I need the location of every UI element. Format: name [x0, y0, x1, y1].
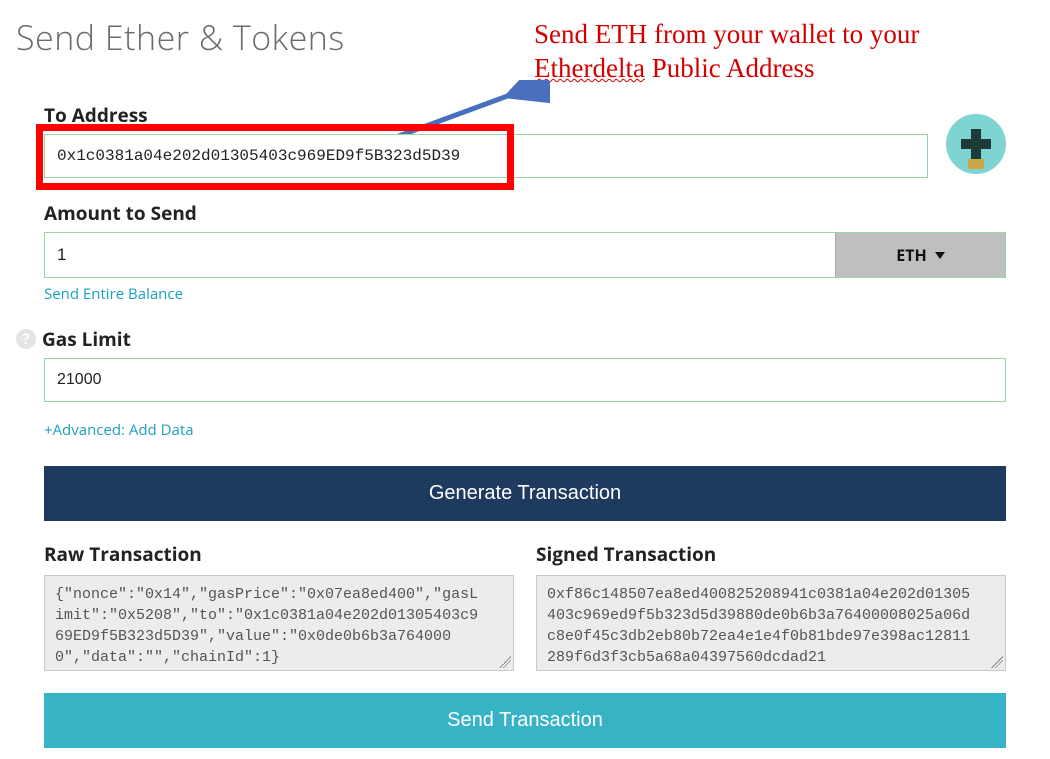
signed-transaction-label: Signed Transaction — [536, 541, 1006, 567]
currency-dropdown-label: ETH — [896, 244, 926, 266]
address-identicon-icon — [946, 114, 1006, 174]
raw-transaction-label: Raw Transaction — [44, 541, 514, 567]
annotation-line2-rest: Public Address — [645, 53, 815, 83]
send-transaction-button[interactable]: Send Transaction — [44, 693, 1006, 748]
amount-label: Amount to Send — [44, 200, 1006, 226]
raw-transaction-textarea[interactable] — [45, 576, 513, 670]
to-address-input-wrap — [44, 134, 928, 178]
currency-dropdown[interactable]: ETH — [835, 233, 1005, 277]
resize-handle-icon[interactable] — [991, 656, 1003, 668]
generate-transaction-button[interactable]: Generate Transaction — [44, 466, 1006, 521]
send-entire-balance-link[interactable]: Send Entire Balance — [44, 284, 183, 304]
to-address-input[interactable] — [45, 135, 927, 177]
to-address-label: To Address — [44, 102, 928, 128]
gas-limit-label: Gas Limit — [42, 326, 131, 352]
help-icon[interactable]: ? — [16, 329, 36, 349]
advanced-add-data-link[interactable]: +Advanced: Add Data — [44, 420, 194, 440]
annotation-line1: Send ETH from your wallet to your — [534, 19, 919, 49]
signed-transaction-textarea[interactable] — [537, 576, 1005, 670]
chevron-down-icon — [935, 252, 945, 259]
amount-row: ETH — [44, 232, 1006, 278]
gas-limit-input[interactable] — [45, 359, 1005, 401]
annotation-squiggle-word: Etherdelta — [534, 53, 645, 83]
resize-handle-icon[interactable] — [499, 656, 511, 668]
annotation-text: Send ETH from your wallet to your Etherd… — [534, 18, 1034, 86]
amount-input[interactable] — [45, 233, 835, 277]
